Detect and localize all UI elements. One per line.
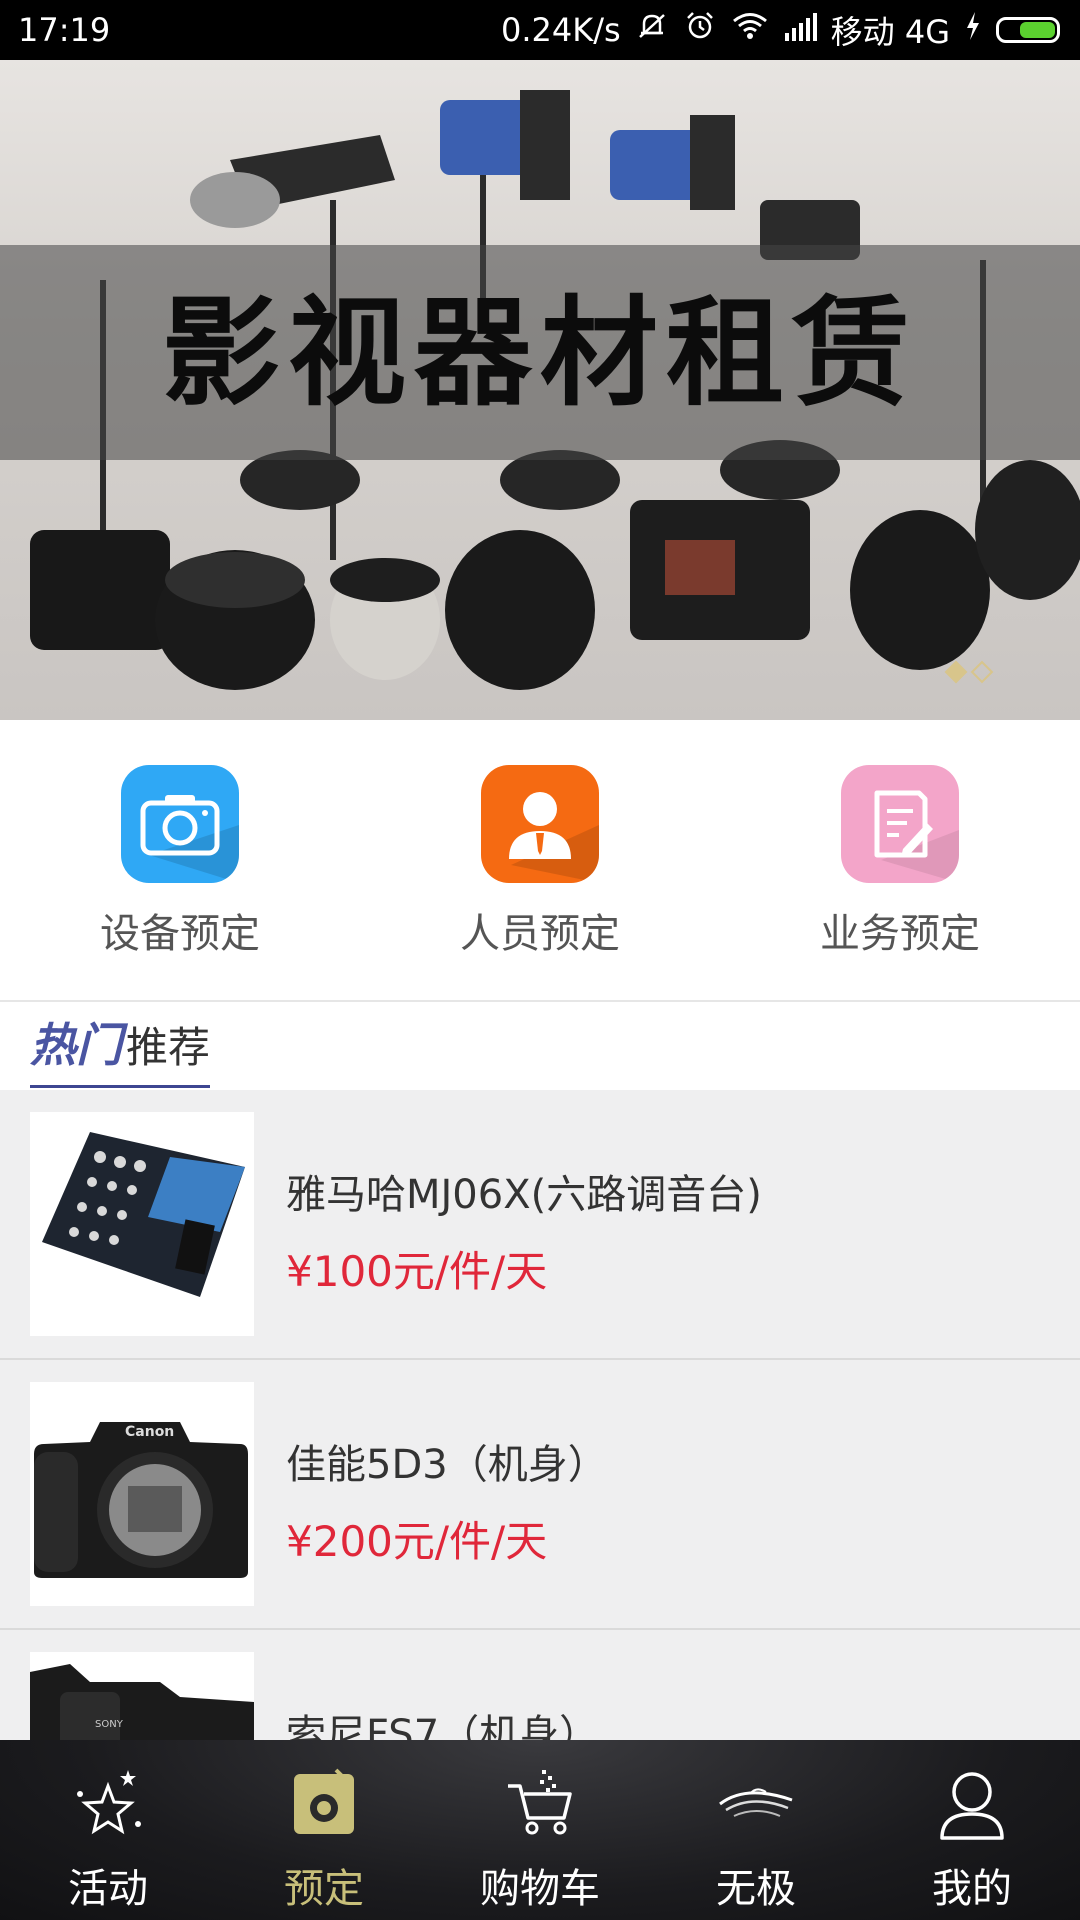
banner-dot-1[interactable] <box>944 660 968 684</box>
hot-title-rest: 推荐 <box>126 1023 211 1072</box>
charging-icon <box>964 11 982 49</box>
product-image-mixer <box>30 1112 254 1336</box>
nav-booking[interactable]: 预定 <box>216 1740 432 1920</box>
nav-wuji[interactable]: 无极 <box>648 1740 864 1920</box>
product-price: ¥100元/件/天 <box>286 1247 548 1296</box>
nav-cart[interactable]: 购物车 <box>432 1740 648 1920</box>
product-name: 索尼FS7（机身） <box>286 1712 600 1740</box>
svg-text:Canon: Canon <box>125 1424 174 1440</box>
battery-icon <box>996 17 1060 43</box>
product-image-camcorder: SONY <box>30 1652 254 1740</box>
nav-activity[interactable]: 活动 <box>0 1740 216 1920</box>
quick-item-equipment[interactable]: 设备预定 <box>0 720 360 1000</box>
booking-icon <box>284 1764 364 1844</box>
user-icon <box>932 1764 1012 1844</box>
bottom-navigation: 活动 预定 购物车 无极 我的 <box>0 1740 1080 1920</box>
swirl-logo-icon <box>716 1764 796 1844</box>
camera-icon <box>121 765 239 883</box>
status-bar: 17:19 0.24K/s 移动 4G <box>0 0 1080 60</box>
signal-icon <box>783 11 817 49</box>
section-divider <box>0 1000 1080 1002</box>
quick-label-personnel: 人员预定 <box>460 911 620 957</box>
product-row[interactable]: Canon 佳能5D3（机身） ¥200元/件/天 <box>0 1360 1080 1630</box>
person-icon <box>481 765 599 883</box>
quick-label-business: 业务预定 <box>820 911 980 957</box>
quick-item-business[interactable]: 业务预定 <box>720 720 1080 1000</box>
mute-icon <box>635 9 669 51</box>
hot-title-highlight: 热门 <box>30 1018 122 1072</box>
nav-label-activity: 活动 <box>68 1866 148 1912</box>
banner-dot-2[interactable] <box>970 660 994 684</box>
alarm-icon <box>683 9 717 51</box>
carrier-label: 移动 4G <box>830 13 950 51</box>
product-row[interactable]: 雅马哈MJ06X(六路调音台) ¥100元/件/天 <box>0 1090 1080 1360</box>
svg-text:SONY: SONY <box>95 1719 124 1730</box>
status-time: 17:19 <box>18 11 111 49</box>
wifi-icon <box>731 11 769 49</box>
cart-icon <box>500 1764 580 1844</box>
product-list[interactable]: 雅马哈MJ06X(六路调音台) ¥100元/件/天 Canon 佳能5D3（机身… <box>0 1090 1080 1740</box>
document-edit-icon <box>841 765 959 883</box>
nav-label-wuji: 无极 <box>716 1866 796 1912</box>
stars-icon <box>68 1764 148 1844</box>
quick-item-personnel[interactable]: 人员预定 <box>360 720 720 1000</box>
product-name: 佳能5D3（机身） <box>286 1442 608 1488</box>
banner-pagination <box>944 660 994 684</box>
quick-label-equipment: 设备预定 <box>100 911 260 957</box>
nav-profile[interactable]: 我的 <box>864 1740 1080 1920</box>
status-right: 0.24K/s 移动 4G <box>501 7 1060 53</box>
quick-menu: 设备预定 人员预定 业务预定 <box>0 720 1080 1000</box>
product-image-camera: Canon <box>30 1382 254 1606</box>
nav-label-profile: 我的 <box>932 1866 1012 1912</box>
nav-label-booking: 预定 <box>284 1866 364 1912</box>
product-price: ¥200元/件/天 <box>286 1517 548 1566</box>
promo-banner[interactable]: 影视器材租赁 <box>0 60 1080 720</box>
product-row[interactable]: SONY 索尼FS7（机身） <box>0 1630 1080 1740</box>
nav-label-cart: 购物车 <box>480 1866 600 1912</box>
hot-section-header: 热门 推荐 <box>30 1010 211 1088</box>
product-name: 雅马哈MJ06X(六路调音台) <box>286 1172 762 1218</box>
banner-title: 影视器材租赁 <box>161 283 918 422</box>
network-speed: 0.24K/s <box>500 11 621 49</box>
